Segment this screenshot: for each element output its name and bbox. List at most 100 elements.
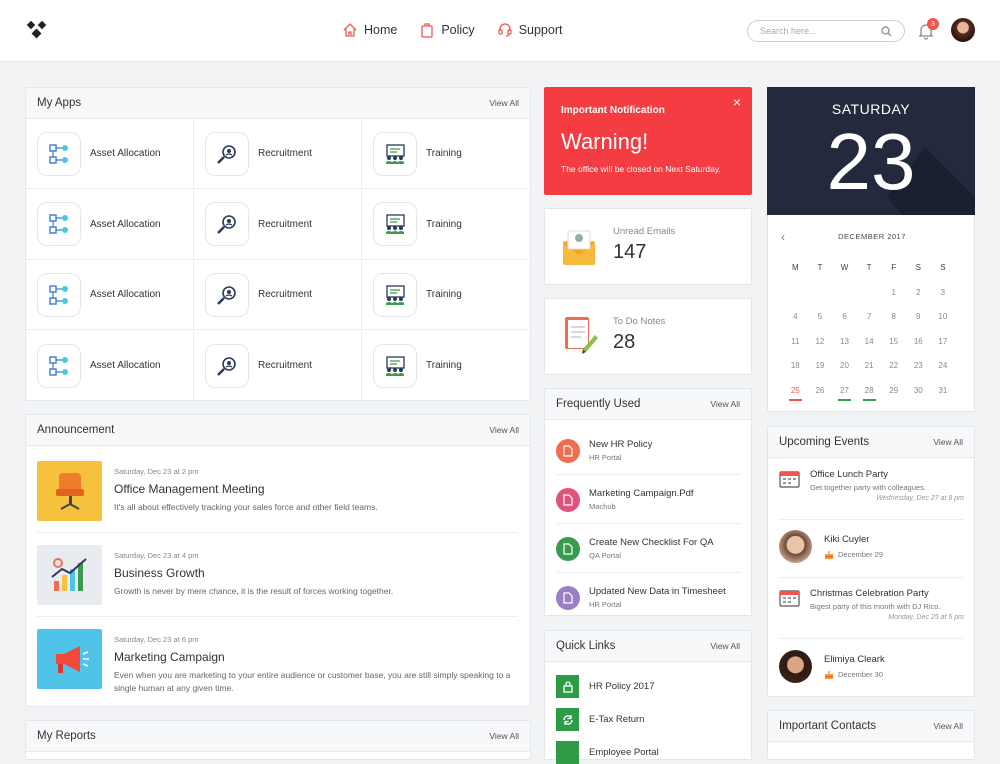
frequently-used-view-all[interactable]: View All [710,399,740,409]
frequently-used-item[interactable]: Create New Checklist For QA QA Portal [556,524,741,573]
calendar-day[interactable]: 14 [857,336,882,361]
app-tile[interactable]: Recruitment [194,119,362,189]
app-tile[interactable]: Recruitment [194,260,362,330]
app-label: Recruitment [258,289,312,300]
asset-allocation-icon [37,272,81,317]
calendar-day[interactable]: 9 [906,311,931,336]
calendar-day[interactable]: 4 [783,311,808,336]
announcement-date: Saturday, Dec 23 at 6 pm [114,635,199,644]
event-item[interactable]: Office Lunch Party Get together party wi… [779,469,964,502]
calendar-day[interactable]: 5 [808,311,833,336]
app-tile[interactable]: Recruitment [194,330,362,401]
search-icon[interactable] [881,25,892,37]
upcoming-events-title: Upcoming Events [779,436,870,448]
calendar-day[interactable]: 8 [881,311,906,336]
event-item[interactable]: Elimiya Cleark December 30 [779,650,964,683]
app-tile[interactable]: Training [362,189,529,260]
calendar-day[interactable]: 13 [832,336,857,361]
timesheet-icon [556,585,580,610]
app-tile[interactable]: Training [362,260,529,330]
calendar-day[interactable]: 29 [881,385,906,410]
calendar-day[interactable]: 28 [857,385,882,410]
calendar-day[interactable]: 1 [881,287,906,312]
app-tile[interactable]: Asset Allocation [26,330,194,401]
nav-support[interactable]: Support [497,22,562,38]
weekday-header: S [940,263,946,272]
quick-link-item[interactable]: HR Policy 2017 [556,675,654,698]
calendar-day[interactable]: 19 [808,360,833,385]
calendar-day[interactable]: 7 [857,311,882,336]
asset-allocation-icon [37,131,81,176]
important-contacts-header: Important Contacts View All [768,711,974,742]
calendar-day[interactable]: 6 [832,311,857,336]
calendar-day[interactable]: 26 [808,385,833,410]
calendar-day[interactable]: 30 [906,385,931,410]
calendar-day[interactable]: 21 [857,360,882,385]
calendar-day[interactable]: 16 [906,336,931,361]
announcement-view-all[interactable]: View All [489,425,519,435]
calendar-day[interactable]: 24 [931,360,956,385]
app-tile[interactable]: Recruitment [194,189,362,260]
megaphone-icon [55,646,89,673]
search-input[interactable]: Search here... [747,20,905,42]
nav-policy[interactable]: Policy [419,22,475,38]
calendar-day[interactable]: 3 [931,287,956,312]
calendar-day[interactable]: 27 [832,385,857,410]
nav-home[interactable]: Home [342,22,397,38]
calendar-day[interactable]: 31 [931,385,956,410]
important-contacts-view-all[interactable]: View All [933,721,963,731]
unread-emails-card[interactable]: Unread Emails 147 [544,208,752,285]
app-tile[interactable]: Training [362,330,529,401]
upcoming-events-view-all[interactable]: View All [933,437,963,447]
app-label: Asset Allocation [90,148,161,159]
app-tile[interactable]: Asset Allocation [26,189,194,260]
quick-links-header: Quick Links View All [545,631,751,662]
app-tile[interactable]: Asset Allocation [26,119,194,189]
calendar-day[interactable]: 25 [783,385,808,410]
calendar-day[interactable]: 12 [808,336,833,361]
calendar-day[interactable]: 17 [931,336,956,361]
user-avatar[interactable] [951,18,975,42]
unread-emails-label: Unread Emails [613,226,676,237]
announcement-item[interactable]: Saturday, Dec 23 at 2 pm Office Manageme… [37,461,518,521]
frequently-used-title: Updated New Data in Timesheet [589,586,726,597]
event-item[interactable]: Christmas Celebration Party Bigest party… [779,588,964,621]
close-icon[interactable]: × [733,94,741,110]
calendar-day[interactable]: 15 [881,336,906,361]
announcement-desc: Even when you are marketing to your enti… [114,670,511,693]
event-item[interactable]: Kiki Cuyler December 29 [779,530,964,563]
my-reports-view-all[interactable]: View All [489,731,519,741]
frequently-used-source: QA Portal [589,551,622,560]
frequently-used-item[interactable]: Marketing Campaign.Pdf Machub [556,475,741,524]
announcement-item[interactable]: Saturday, Dec 23 at 4 pm Business Growth… [37,545,518,605]
nav-home-label: Home [364,23,398,37]
checklist-icon [556,536,580,561]
frequently-used-item[interactable]: Updated New Data in Timesheet HR Portal [556,573,741,622]
logo-icon[interactable] [25,19,49,41]
app-tile[interactable]: Training [362,119,529,189]
calendar-day[interactable]: 20 [832,360,857,385]
notification-label: Important Notification [561,105,665,116]
quick-links-view-all[interactable]: View All [710,641,740,651]
calendar-day[interactable]: 2 [906,287,931,312]
calendar-day[interactable]: 23 [906,360,931,385]
frequently-used-title: Create New Checklist For QA [589,537,714,548]
announcement-item[interactable]: Saturday, Dec 23 at 6 pm Marketing Campa… [37,629,518,695]
email-envelope-icon [563,230,595,265]
warning-notification: Important Notification × Warning! The of… [544,87,752,195]
my-apps-view-all[interactable]: View All [489,98,519,108]
frequently-used-item[interactable]: New HR Policy HR Portal [556,426,741,475]
calendar-day[interactable]: 10 [931,311,956,336]
calendar-day[interactable]: 11 [783,336,808,361]
app-label: Training [426,289,462,300]
my-apps-card: My Apps View All Asset Allocation Recruit… [25,87,531,401]
refresh-icon [556,708,579,731]
app-tile[interactable]: Asset Allocation [26,260,194,330]
calendar-day[interactable]: 22 [881,360,906,385]
unread-emails-value: 147 [613,241,647,263]
todo-notes-card[interactable]: To Do Notes 28 [544,298,752,375]
calendar-day[interactable]: 18 [783,360,808,385]
quick-link-item[interactable]: Employee Portal [556,741,659,764]
quick-link-label: E-Tax Return [589,714,645,725]
quick-link-item[interactable]: E-Tax Return [556,708,644,731]
